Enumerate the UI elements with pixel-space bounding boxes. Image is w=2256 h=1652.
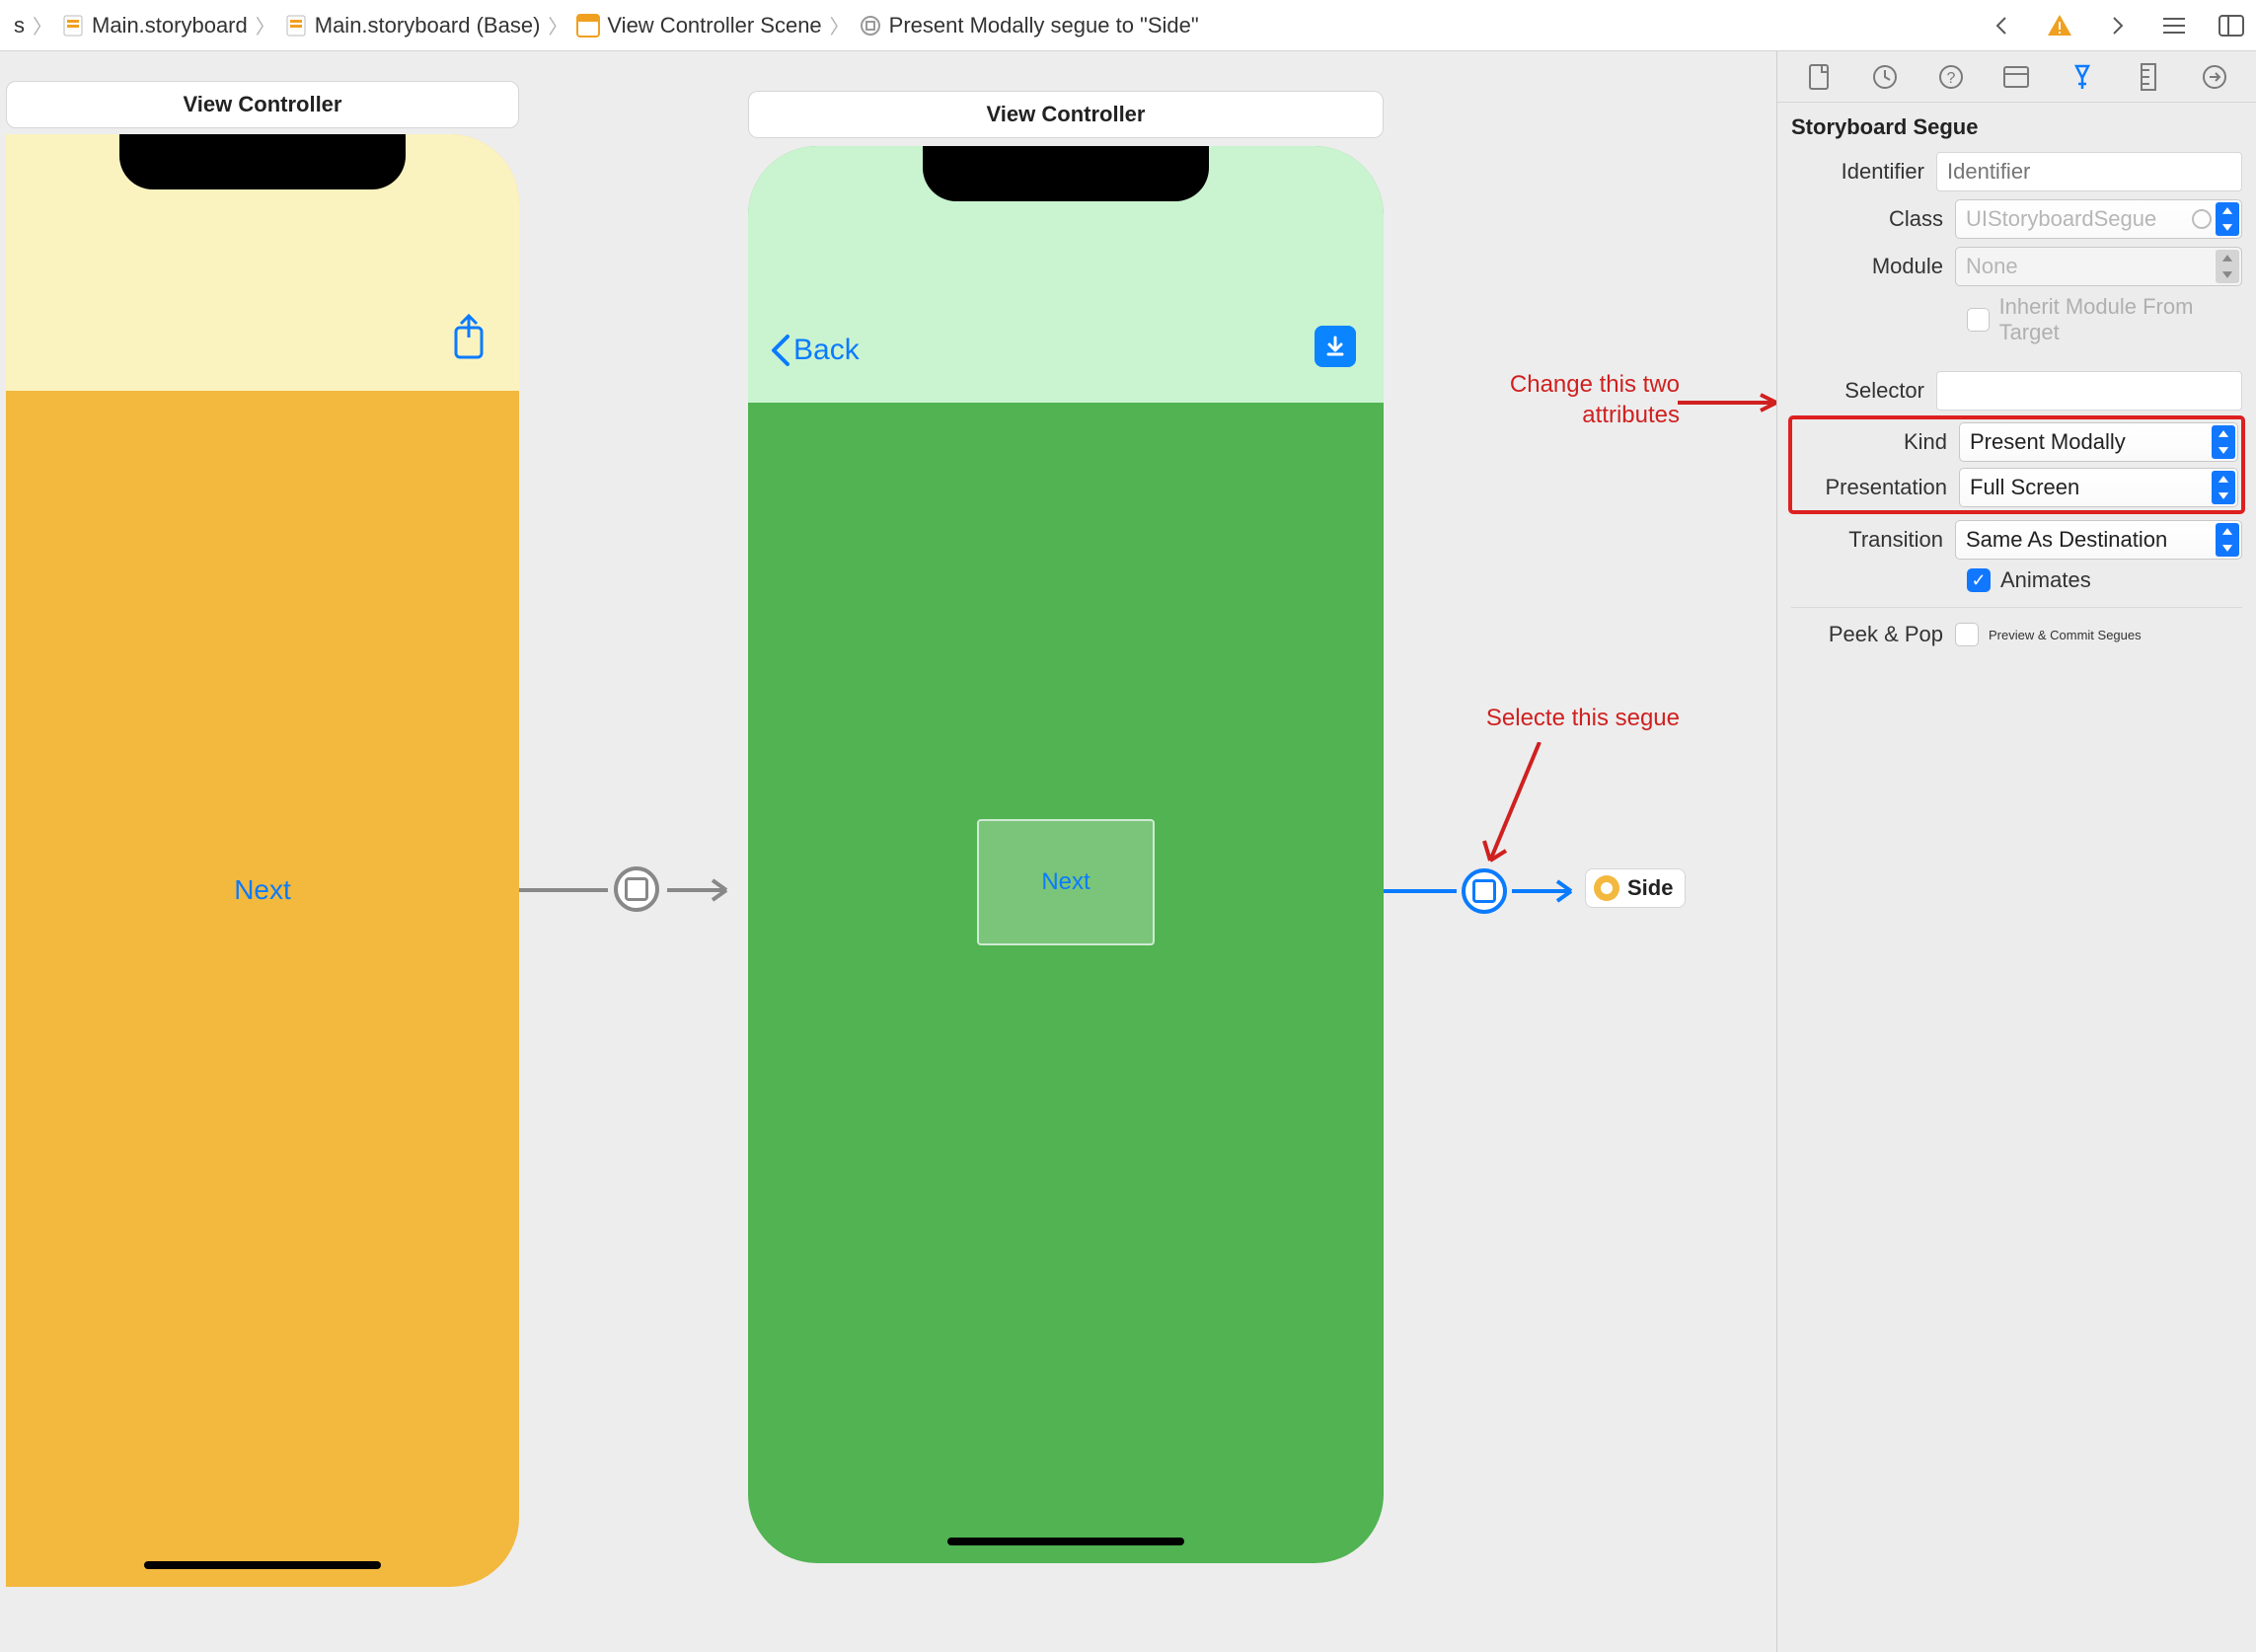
segue-icon (858, 13, 883, 38)
chevron-right-icon: 〉 (31, 11, 54, 39)
field-label: Selector (1791, 378, 1936, 404)
breadcrumb-item[interactable]: Main.storyboard (54, 13, 254, 38)
size-inspector-tab[interactable] (2131, 59, 2166, 95)
arrow-icon (1678, 393, 1776, 413)
chevron-right-icon: 〉 (546, 11, 569, 39)
checkbox-label: Animates (2000, 567, 2091, 593)
outline-toggle-button[interactable] (2157, 9, 2191, 42)
home-indicator (947, 1538, 1184, 1545)
container-view[interactable]: Next (977, 819, 1155, 945)
stepper-icon[interactable] (2216, 202, 2239, 236)
arrow-icon (1480, 742, 1559, 880)
file-inspector-tab[interactable] (1801, 59, 1837, 95)
storyboard-canvas[interactable]: View Controller Next View Controller (0, 51, 1776, 1652)
history-inspector-tab[interactable] (1867, 59, 1903, 95)
segue-grey[interactable] (614, 866, 659, 912)
view-controller-second[interactable]: Back Next (748, 146, 1384, 1563)
storyboard-file-icon (283, 13, 309, 38)
breadcrumb-item[interactable]: Present Modally segue to "Side" (852, 13, 1205, 38)
nav-back-button[interactable] (1986, 9, 2019, 42)
transition-select[interactable]: Same As Destination (1955, 520, 2242, 560)
breadcrumb-bar: s 〉 Main.storyboard 〉 Main.storyboard (B… (0, 0, 2256, 51)
storyboard-file-icon (60, 13, 86, 38)
svg-text:?: ? (1946, 70, 1955, 87)
next-button[interactable]: Next (1041, 868, 1090, 896)
home-indicator (144, 1561, 381, 1569)
share-icon[interactable] (448, 314, 489, 364)
annotation-select-segue: Selecte this segue (1443, 703, 1680, 733)
field-label: Transition (1791, 527, 1955, 553)
adjust-editor-button[interactable] (2215, 9, 2248, 42)
device-notch (923, 146, 1209, 201)
device-notch (119, 134, 406, 189)
identity-inspector-tab[interactable] (1998, 59, 2034, 95)
next-button[interactable]: Next (234, 874, 291, 906)
inherit-module-checkbox[interactable] (1967, 308, 1990, 332)
field-label: Peek & Pop (1791, 622, 1955, 647)
scene-title-bar[interactable]: View Controller (748, 91, 1384, 138)
breadcrumb-item[interactable]: View Controller Scene (569, 13, 827, 38)
animates-checkbox[interactable]: ✓ (1967, 568, 1991, 592)
field-label: Presentation (1795, 475, 1959, 500)
inspector-panel: ? Storyboard Segue Identifier Class UISt… (1776, 51, 2256, 1652)
presentation-select[interactable]: Full Screen (1959, 468, 2238, 507)
breadcrumb-item[interactable]: Main.storyboard (Base) (277, 13, 547, 38)
checkbox-label: Preview & Commit Segues (1989, 628, 2142, 642)
clear-icon[interactable] (2192, 209, 2212, 229)
chevron-right-icon: 〉 (254, 11, 277, 39)
section-title: Storyboard Segue (1777, 103, 2256, 152)
back-button[interactable]: Back (770, 334, 860, 367)
stepper-icon (2216, 250, 2239, 283)
field-label: Module (1791, 254, 1955, 279)
help-inspector-tab[interactable]: ? (1933, 59, 1969, 95)
kind-select[interactable]: Present Modally (1959, 422, 2238, 462)
checkbox-label: Inherit Module From Target (1999, 294, 2242, 345)
class-select[interactable]: UIStoryboardSegue (1955, 199, 2242, 239)
peek-pop-checkbox[interactable] (1955, 623, 1979, 646)
breadcrumb-item[interactable]: s (8, 13, 31, 38)
inspector-tabs: ? (1777, 51, 2256, 103)
stepper-icon[interactable] (2212, 471, 2235, 504)
selector-field[interactable] (1936, 371, 2242, 411)
chevron-right-icon: 〉 (828, 11, 852, 39)
scene-reference-side[interactable]: Side (1585, 868, 1686, 908)
scene-title-bar[interactable]: View Controller (6, 81, 519, 128)
attributes-inspector-tab[interactable] (2065, 59, 2100, 95)
segue-selected[interactable] (1462, 868, 1507, 914)
view-controller-first[interactable]: Next (6, 134, 519, 1587)
annotation-change-attrs: Change this two attributes (1472, 369, 1680, 430)
view-controller-icon (1594, 875, 1619, 901)
nav-forward-button[interactable] (2100, 9, 2134, 42)
download-icon[interactable] (1315, 326, 1356, 367)
field-label: Identifier (1791, 159, 1936, 185)
warning-icon[interactable] (2043, 9, 2076, 42)
field-label: Kind (1795, 429, 1959, 455)
identifier-field[interactable] (1936, 152, 2242, 191)
scene-icon (575, 13, 601, 38)
field-label: Class (1791, 206, 1955, 232)
stepper-icon[interactable] (2212, 425, 2235, 459)
connections-inspector-tab[interactable] (2197, 59, 2232, 95)
module-select[interactable]: None (1955, 247, 2242, 286)
stepper-icon[interactable] (2216, 523, 2239, 557)
